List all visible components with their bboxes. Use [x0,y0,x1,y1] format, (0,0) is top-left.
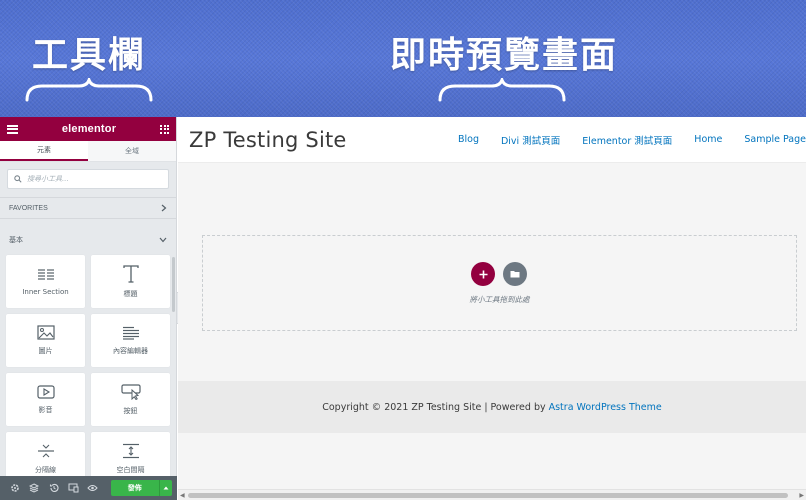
add-section-button[interactable] [471,262,495,286]
footer-copyright: Copyright © 2021 ZP Testing Site | Power… [322,401,546,413]
footer-theme-link[interactable]: Astra WordPress Theme [549,402,662,413]
widget-button[interactable]: 按鈕 [91,373,170,426]
nav-sample-page[interactable]: Sample Page [744,134,806,145]
preview-horizontal-scrollbar[interactable]: ◀ ▶ [178,489,806,500]
nav-divi-test[interactable]: Divi 測試頁面 [501,133,560,147]
button-icon [120,383,141,400]
section-favorites-label: FAVORITES [9,204,48,212]
video-icon [36,384,55,399]
scrollbar-thumb[interactable] [188,493,788,498]
preview-caption: 即時預覽畫面 [390,35,619,76]
site-nav: Blog Divi 測試頁面 Elementor 測試頁面 Home Sampl… [436,133,806,147]
widget-label: 標題 [123,289,138,298]
live-preview: ZP Testing Site Blog Divi 測試頁面 Elementor… [178,117,806,500]
site-header: ZP Testing Site Blog Divi 測試頁面 Elementor… [178,117,806,163]
nav-home[interactable]: Home [694,134,722,145]
widget-heading[interactable]: 標題 [91,255,170,308]
site-title[interactable]: ZP Testing Site [189,128,347,152]
plus-icon [479,270,487,278]
heading-icon [122,264,139,283]
widget-label: 空白間隔 [116,465,145,474]
widget-image[interactable]: 圖片 [6,314,85,367]
nav-blog[interactable]: Blog [458,134,479,145]
responsive-icon[interactable] [64,476,84,500]
search-icon [14,175,22,183]
widget-label: 分隔線 [35,465,56,474]
drop-area-buttons [471,262,527,286]
history-icon[interactable] [44,476,64,500]
section-basic[interactable]: 基本 [0,229,176,251]
widget-text-editor[interactable]: 內容編輯器 [91,314,170,367]
panel-scrollbar[interactable] [172,257,175,312]
site-footer: Copyright © 2021 ZP Testing Site | Power… [178,381,806,433]
top-banner: 工具欄 即時預覽畫面 [0,0,806,117]
image-icon [36,325,55,340]
publish-button[interactable]: 發佈 [110,480,159,496]
section-basic-label: 基本 [9,237,23,244]
scroll-left-arrow-icon[interactable]: ◀ [180,492,185,499]
add-template-button[interactable] [503,262,527,286]
panel-header: elementor [0,117,176,141]
spacer-icon [122,443,139,458]
elementor-logo: elementor [61,123,117,135]
widget-label: 圖片 [38,347,53,355]
toolbar-caption: 工具欄 [32,35,147,76]
nav-elementor-test[interactable]: Elementor 測試頁面 [582,133,672,147]
text-editor-icon [122,326,139,340]
tab-global[interactable]: 全域 [88,141,176,161]
tab-elements[interactable]: 元素 [0,141,88,161]
widget-label: 按鈕 [123,406,138,415]
widget-inner-section[interactable]: Inner Section [6,255,85,308]
menu-hamburger-icon[interactable] [7,124,18,134]
panel-footer: 發佈 [0,476,177,500]
widget-label: 內容編輯器 [113,346,148,355]
elementor-panel: elementor 元素 全域 FAVORITES 基本 [0,117,177,500]
scroll-right-arrow-icon[interactable]: ▶ [799,492,804,499]
panel-tabs: 元素 全域 [0,141,176,162]
widget-drop-area[interactable]: 將小工具拖到此處 [202,235,797,331]
widget-video[interactable]: 影音 [6,373,85,426]
folder-icon [510,271,520,278]
preview-eye-icon[interactable] [83,476,103,500]
right-brace-icon [438,78,566,102]
widget-grid: Inner Section 標題 圖片 內容編輯器 影音 按鈕 分隔線 空白間隔 [0,251,176,485]
widgets-grid-icon[interactable] [160,124,169,134]
settings-icon[interactable] [5,476,25,500]
publish-options-button[interactable] [158,480,172,496]
search-input[interactable] [27,175,157,183]
caret-up-icon [163,486,169,490]
drop-hint-text: 將小工具拖到此處 [469,295,530,304]
search-box [7,169,169,189]
section-favorites[interactable]: FAVORITES [0,197,176,219]
inner-section-icon [37,268,54,280]
widget-label: 影音 [38,405,53,414]
chevron-down-icon [159,237,167,243]
chevron-right-icon [161,204,167,212]
divider-icon [37,444,54,457]
left-brace-icon [25,78,153,102]
widget-label: Inner Section [22,287,69,296]
navigator-icon[interactable] [25,476,45,500]
